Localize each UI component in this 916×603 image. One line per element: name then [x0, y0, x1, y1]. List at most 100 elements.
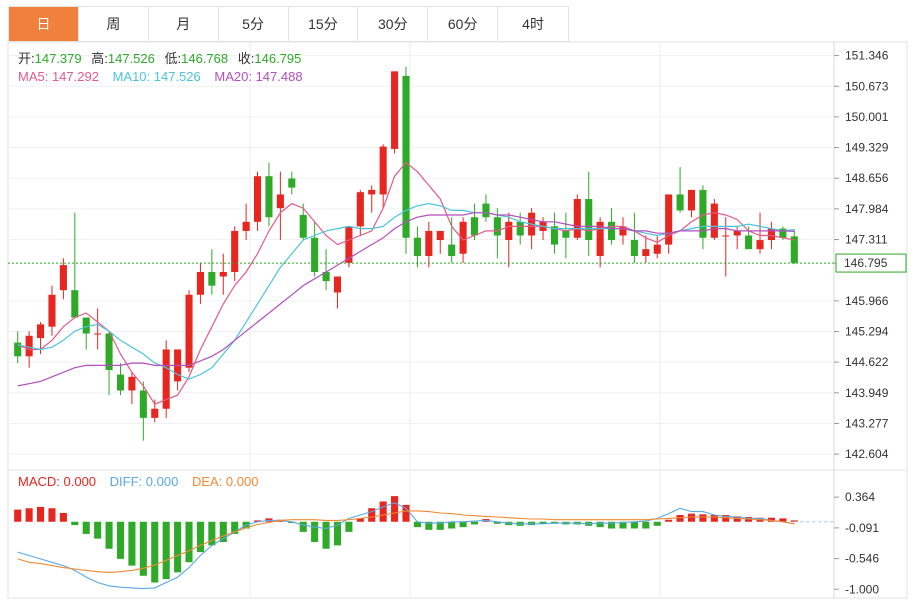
candle-body [505, 221, 513, 241]
candle-body [745, 235, 753, 250]
macd-bar [59, 512, 67, 522]
candle-body [379, 146, 387, 195]
low-key: 低: [165, 51, 182, 66]
macd-bar [311, 521, 319, 542]
macd-bar [196, 521, 204, 553]
candle-body [253, 176, 262, 222]
macd-legend-value: MACD: 0.000 [18, 474, 96, 489]
candle-body [356, 192, 364, 227]
macd-bar [379, 501, 387, 522]
close-key: 收: [238, 51, 255, 66]
macd-tick-label: -0.546 [845, 552, 879, 566]
candle-body [470, 217, 479, 236]
ma-legend: MA5: 147.292 MA10: 147.526 MA20: 147.488 [18, 69, 303, 84]
low-value: 146.768 [181, 51, 228, 66]
candle-body [208, 271, 216, 286]
candle-body [516, 221, 524, 236]
macd-tick-label: -0.091 [845, 521, 879, 535]
candle-body [94, 333, 102, 335]
ma5-legend: MA5: 147.292 [18, 69, 99, 84]
macd-bar [185, 521, 193, 563]
grid [8, 42, 834, 598]
candle-body [185, 294, 193, 368]
macd-bar [653, 521, 661, 526]
macd-bar [642, 521, 650, 529]
candle-body [151, 408, 159, 418]
dea-legend-value: DEA: 0.000 [192, 474, 259, 489]
price-tick-label: 149.329 [845, 141, 889, 155]
ma10-legend: MA10: 147.526 [113, 69, 201, 84]
candle-body [59, 265, 67, 291]
price-tick-label: 148.656 [845, 171, 889, 185]
candle-body [733, 230, 741, 236]
price-tick-label: 147.311 [845, 233, 888, 247]
candle-body [402, 75, 410, 238]
macd-bar [128, 521, 136, 566]
macd-bar [470, 521, 479, 525]
candle-body [608, 221, 616, 241]
diff-legend-value: DIFF: 0.000 [110, 474, 179, 489]
open-value: 147.379 [35, 51, 82, 66]
candle-body [311, 237, 319, 272]
candle-body [391, 71, 399, 149]
macd-bar [37, 506, 45, 522]
macd-bar [25, 508, 33, 522]
macd-bar [665, 519, 673, 522]
candle-body [242, 221, 250, 231]
price-tick-label: 150.001 [845, 110, 889, 124]
candle-body [687, 189, 696, 211]
macd-bar [630, 521, 638, 529]
macd-bar [710, 515, 718, 522]
macd-tick-label: 0.364 [845, 490, 875, 504]
candles [14, 66, 798, 441]
candle-body [790, 236, 798, 263]
price-tick-label: 143.949 [845, 386, 889, 400]
candle-body [71, 290, 79, 318]
price-tick-label: 147.984 [845, 202, 889, 216]
close-value: 146.795 [254, 51, 301, 66]
candle-body [231, 230, 239, 272]
macd-bar [459, 521, 467, 528]
high-value: 147.526 [108, 51, 155, 66]
kline-chart[interactable]: 151.346 150.673 150.001 149.329 148.656 147.9… [0, 0, 916, 603]
candle-body [48, 294, 56, 327]
candle-body [722, 235, 730, 237]
macd-bar [174, 521, 182, 573]
macd-bar [322, 521, 330, 549]
macd-bar [162, 521, 170, 580]
candle-body [482, 203, 490, 218]
candle-body [14, 342, 22, 357]
macd-bar [699, 514, 707, 522]
high-key: 高: [91, 51, 108, 66]
candle-body [333, 276, 342, 293]
macd-bar [48, 508, 56, 522]
macd-bar [94, 521, 102, 539]
macd-bar [116, 521, 125, 559]
macd-legend: MACD: 0.000 DIFF: 0.000 DEA: 0.000 [18, 474, 258, 489]
price-tick-label: 150.673 [845, 79, 889, 93]
candle-body [196, 271, 204, 295]
candle-body [562, 230, 570, 238]
candle-body [573, 199, 581, 238]
price-tick-label: 143.277 [845, 416, 889, 430]
candle-body [25, 335, 33, 357]
macd-tick-label: -1.000 [845, 582, 879, 596]
candle-body [116, 374, 125, 391]
candle-body [585, 199, 593, 241]
macd-ticks: 0.364 -0.091 -0.546 -1.000 [834, 490, 879, 596]
candle-body [448, 244, 456, 256]
macd-bar [71, 521, 79, 526]
price-tick-label: 151.346 [845, 49, 889, 63]
macd-bar [105, 521, 113, 549]
price-tick-label: 145.294 [845, 324, 889, 338]
candle-body [288, 178, 296, 188]
ma20-legend: MA20: 147.488 [214, 69, 302, 84]
candle-body [299, 214, 307, 238]
candle-body [710, 203, 718, 238]
current-price-label: 146.795 [844, 256, 888, 270]
ohlc-label: 开:147.379 高:147.526 低:146.768 收:146.795 [18, 51, 301, 66]
candle-body [642, 249, 650, 256]
candle-body [37, 324, 45, 339]
candle-body [630, 240, 638, 256]
candle-body [139, 390, 147, 418]
